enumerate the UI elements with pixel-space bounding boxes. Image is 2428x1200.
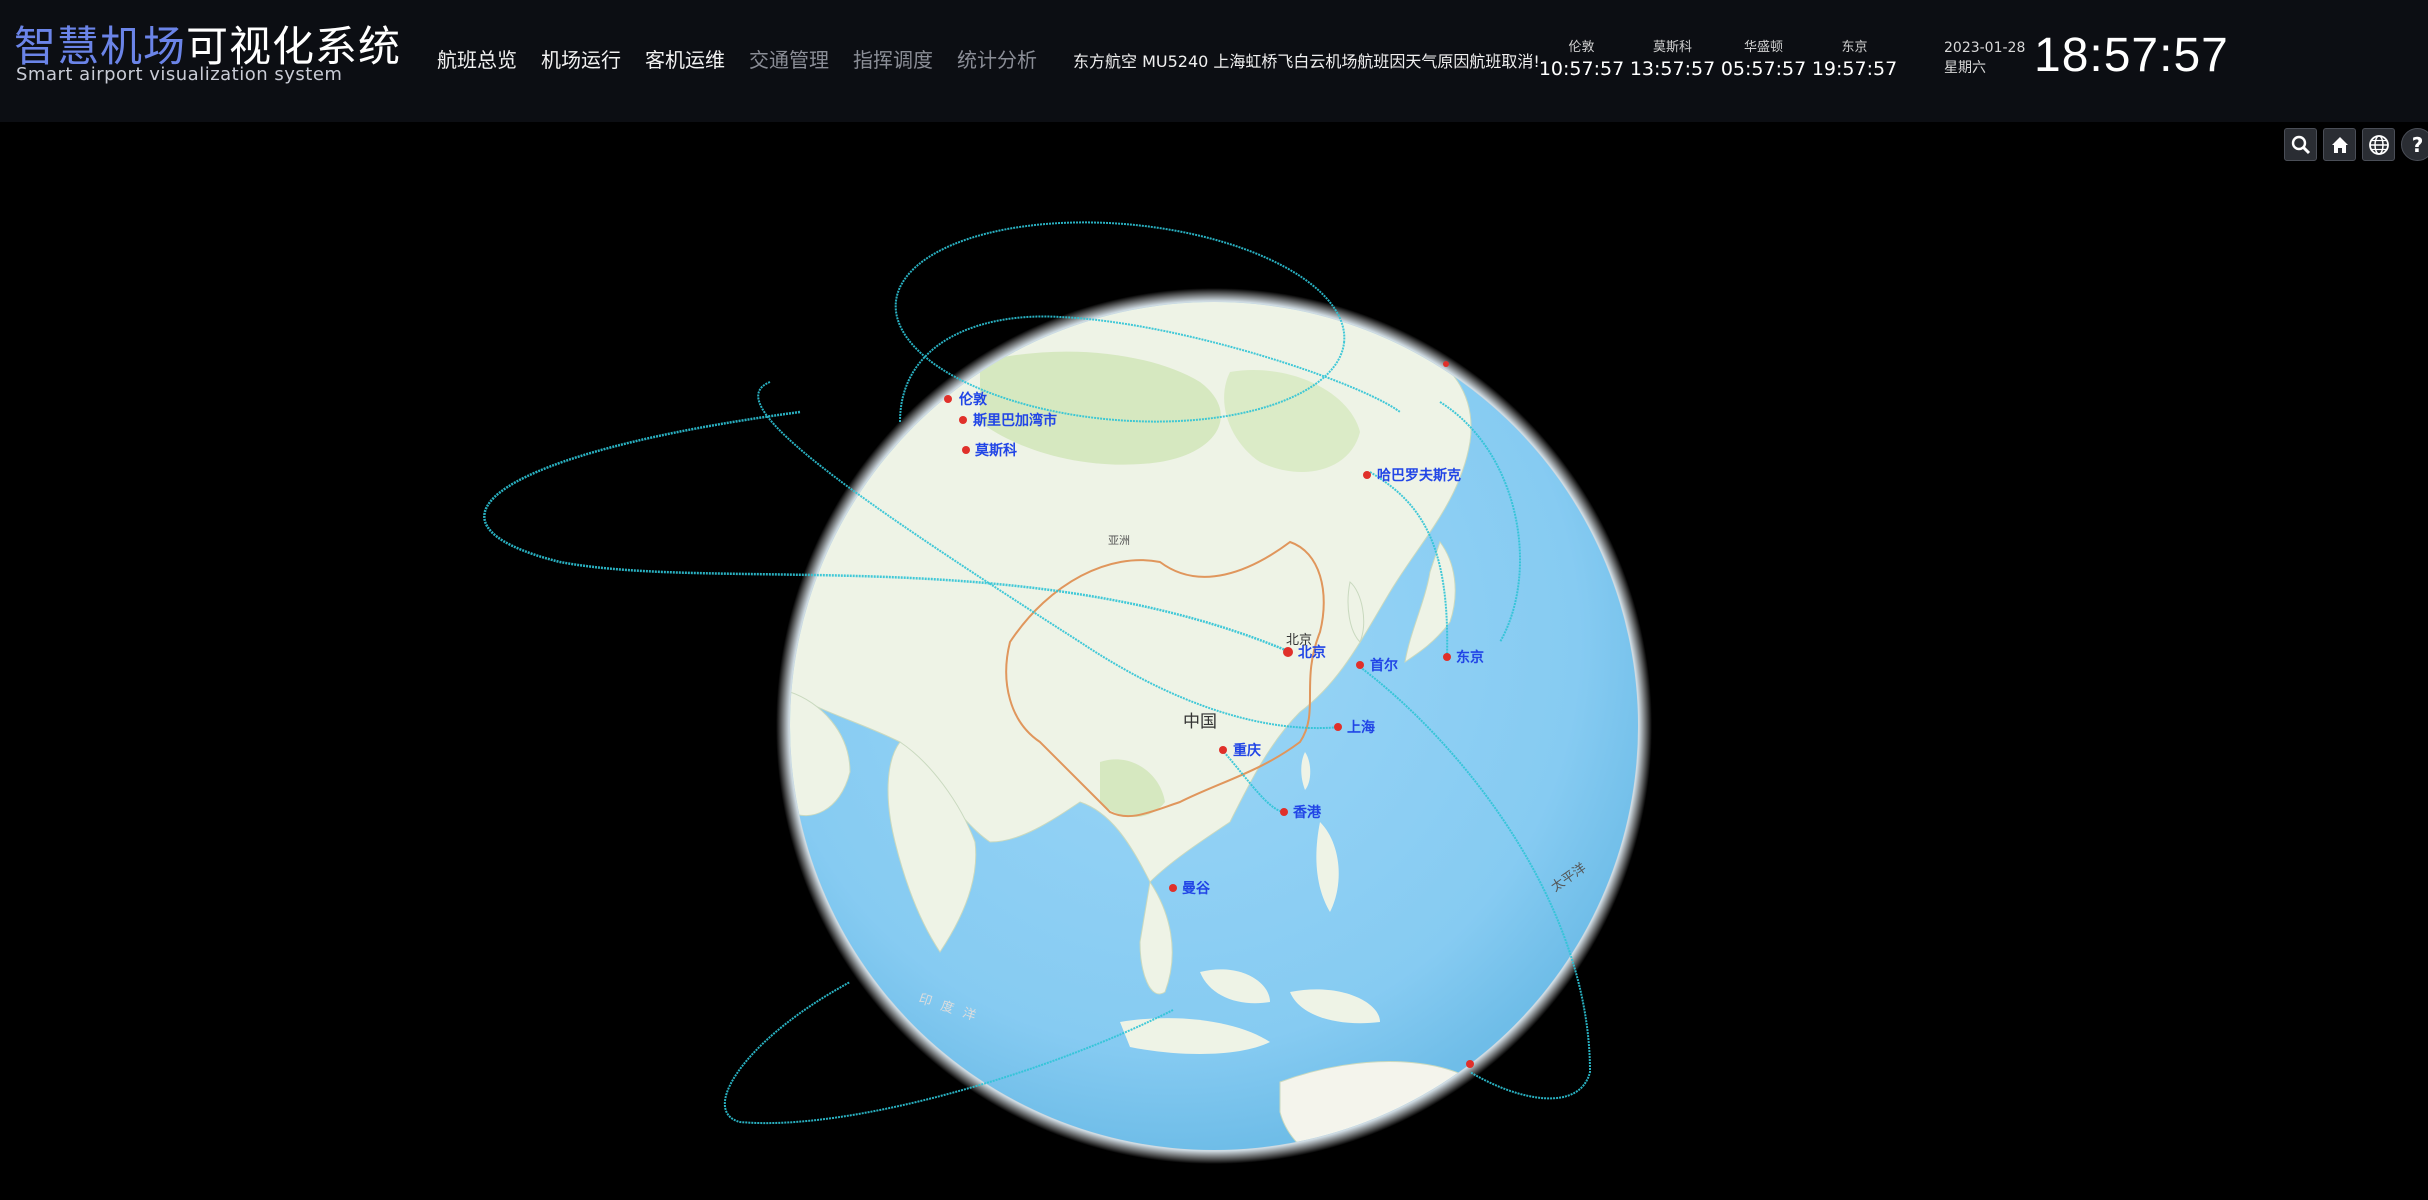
- current-time: 18:57:57: [2034, 29, 2229, 82]
- city-label: 伦敦: [959, 391, 988, 408]
- clock-city: 华盛顿: [1743, 40, 1783, 55]
- city-label: 首尔: [1370, 657, 1398, 674]
- globe-map[interactable]: 伦敦 斯里巴加湾市 莫斯科 哈巴罗夫斯克 北京 首尔 东京 上海 重庆 香港 曼…: [0, 122, 2428, 1200]
- city-label: 斯里巴加湾市: [973, 412, 1057, 429]
- nav-command-dispatch[interactable]: 指挥调度: [853, 44, 933, 73]
- nav-traffic-management[interactable]: 交通管理: [749, 44, 829, 73]
- city-label: 东京: [1456, 649, 1484, 666]
- clock-tokyo: 东京 19:57:57: [1809, 40, 1900, 82]
- clock-washington: 华盛顿 05:57:57: [1718, 40, 1809, 82]
- clock-time: 19:57:57: [1811, 58, 1898, 80]
- city-khabarovsk[interactable]: 哈巴罗夫斯克: [1363, 467, 1461, 484]
- top-header: 智慧机场可视化系统 Smart airport visualization sy…: [0, 0, 2428, 122]
- nav-aircraft-maintenance[interactable]: 客机运维: [645, 44, 725, 73]
- city-label: 香港: [1292, 804, 1322, 821]
- brand: 智慧机场可视化系统 Smart airport visualization sy…: [14, 26, 401, 84]
- city-label: 曼谷: [1182, 881, 1211, 897]
- region-label-asia: 亚洲: [1108, 534, 1130, 547]
- app-title: 智慧机场可视化系统: [14, 26, 401, 68]
- city-label: 莫斯科: [974, 442, 1017, 459]
- city-label: 重庆: [1233, 742, 1261, 759]
- clock-city: 东京: [1841, 40, 1868, 55]
- date-text: 2023-01-28: [1944, 40, 2026, 56]
- notice-ticker: 东方航空 MU5240 上海虹桥飞白云机场航班因天气原因航班取消!: [1073, 52, 1540, 71]
- nav-statistics[interactable]: 统计分析: [957, 44, 1037, 73]
- city-label: 哈巴罗夫斯克: [1377, 467, 1461, 484]
- clock-london: 伦敦 10:57:57: [1536, 40, 1627, 82]
- nav-flight-overview[interactable]: 航班总览: [437, 44, 517, 73]
- nav-airport-operation[interactable]: 机场运行: [541, 44, 621, 73]
- clock-time: 05:57:57: [1720, 58, 1807, 80]
- city-marker-south[interactable]: [1466, 1060, 1474, 1068]
- world-clocks: 伦敦 10:57:57 莫斯科 13:57:57 华盛顿 05:57:57 东京…: [1536, 40, 1900, 82]
- clock-moscow: 莫斯科 13:57:57: [1627, 40, 1718, 82]
- main-nav: 航班总览 机场运行 客机运维 交通管理 指挥调度 统计分析: [437, 44, 1037, 73]
- country-label-china: 中国: [1183, 712, 1217, 732]
- clock-time: 13:57:57: [1629, 58, 1716, 80]
- clock-city: 伦敦: [1568, 40, 1595, 55]
- city-marker-east[interactable]: [1443, 361, 1449, 367]
- clock-city: 莫斯科: [1652, 40, 1692, 55]
- city-begawan[interactable]: 斯里巴加湾市: [959, 412, 1057, 429]
- date-block: 2023-01-28 星期六: [1944, 38, 2025, 78]
- capital-label: 北京: [1286, 633, 1312, 648]
- city-label: 上海: [1347, 719, 1375, 736]
- clock-time: 10:57:57: [1538, 58, 1625, 80]
- weekday-text: 星期六: [1944, 60, 1986, 76]
- app-subtitle: Smart airport visualization system: [16, 64, 343, 85]
